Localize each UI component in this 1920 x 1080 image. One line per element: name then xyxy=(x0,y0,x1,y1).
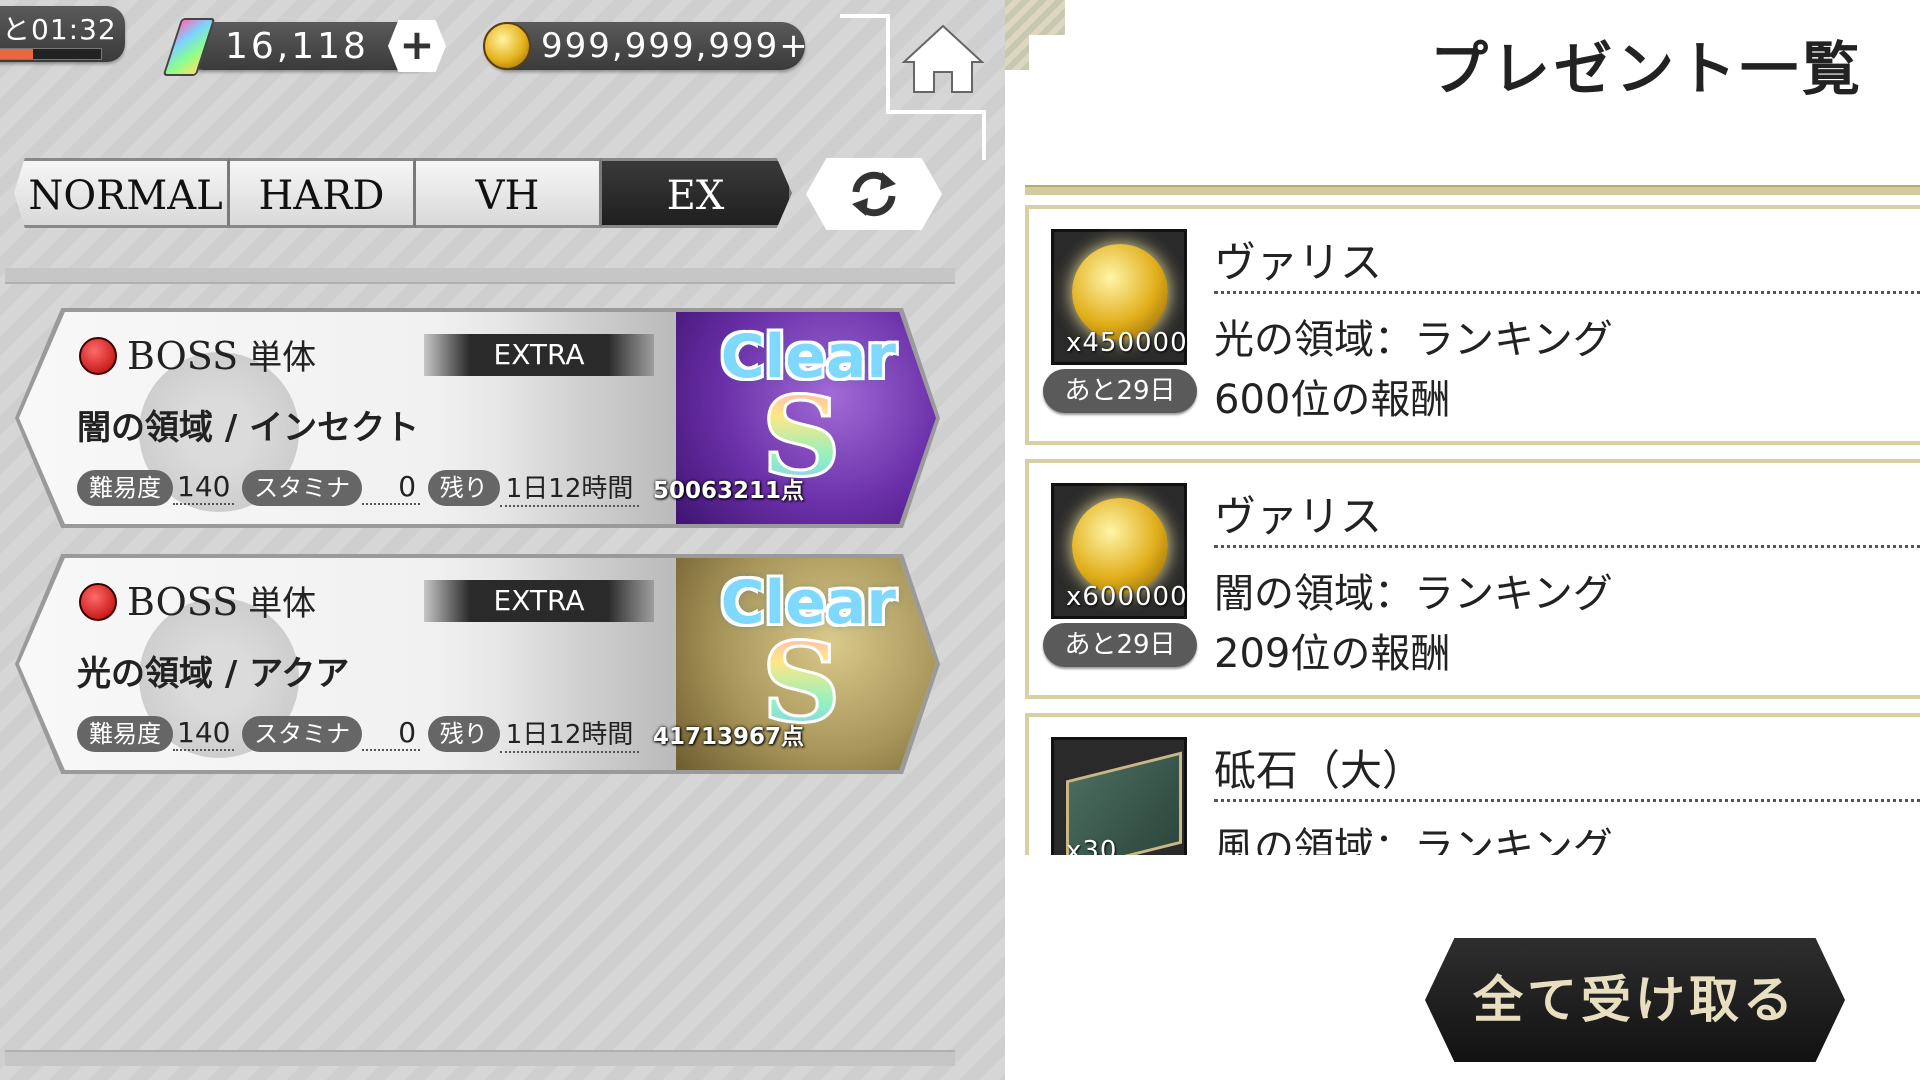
days-left-badge: あと29日 xyxy=(1043,369,1197,413)
stamina-value: 0 xyxy=(362,716,421,751)
gift-icon-box: x450000 xyxy=(1051,229,1187,365)
remaining-value: 1日12時間 xyxy=(499,714,640,753)
stamina-timer-text: と01:32 xyxy=(2,13,117,46)
corner-decoration xyxy=(1005,0,1065,70)
home-button[interactable] xyxy=(900,22,986,96)
list-item[interactable]: x30 砥石（大） 風の領域：ランキング xyxy=(1025,713,1920,855)
days-left-badge: あと29日 xyxy=(1043,623,1197,667)
gift-name: 砥石（大） xyxy=(1214,746,1425,795)
list-item[interactable]: x450000 あと29日 ヴァリス 光の領域：ランキング 600位の報酬 xyxy=(1025,205,1920,445)
home-icon xyxy=(901,24,985,93)
difficulty-tabs: NORMAL HARD VH EX xyxy=(14,158,792,228)
quest-card[interactable]: BOSS 単体 EXTRA 闇の領域 / インセクト 難易度 140 スタミナ 0 残… xyxy=(15,308,940,528)
boss-skull-icon xyxy=(79,583,117,621)
page-title: プレゼント一覧 xyxy=(1430,35,1865,103)
tab-normal[interactable]: NORMAL xyxy=(14,158,230,228)
list-item[interactable]: x600000 あと29日 ヴァリス 闇の領域：ランキング 209位の報酬 xyxy=(1025,459,1920,699)
gift-name: ヴァリス xyxy=(1214,238,1383,287)
boss-skull-icon xyxy=(79,337,117,375)
divider xyxy=(1025,185,1920,195)
quest-region: 光の領域 / アクア xyxy=(77,654,350,694)
refresh-icon xyxy=(852,171,896,217)
stamina-value: 0 xyxy=(362,470,421,505)
quest-panel: と01:32 16,118 + 999,999,999+ NORMAL HARD… xyxy=(0,0,1005,1080)
rank-label: S xyxy=(760,371,842,503)
gift-name: ヴァリス xyxy=(1214,492,1383,541)
gift-reward: 600位の報酬 xyxy=(1214,377,1451,423)
gift-icon-box: x30 xyxy=(1051,737,1187,855)
gold-coin-icon xyxy=(1072,498,1168,594)
boss-label: BOSS 単体 xyxy=(127,580,317,624)
gold-coin-icon xyxy=(1072,244,1168,340)
crystal-counter: 16,118 + xyxy=(162,18,446,76)
receive-all-button[interactable]: 全て受け取る xyxy=(1425,938,1845,1062)
crystal-count: 16,118 xyxy=(225,26,369,67)
rank-label: S xyxy=(760,617,842,749)
quest-stats: 難易度 140 スタミナ 0 残り 1日12時間 50063211点 xyxy=(77,468,804,508)
extra-badge: EXTRA xyxy=(424,580,654,622)
difficulty-value: 140 xyxy=(173,470,235,505)
tab-hard[interactable]: HARD xyxy=(230,158,416,228)
extra-badge: EXTRA xyxy=(424,334,654,376)
quest-region: 闇の領域 / インセクト xyxy=(77,408,420,448)
gift-source: 闇の領域：ランキング xyxy=(1214,571,1613,617)
crystal-icon xyxy=(162,18,216,76)
gift-quantity: x30 xyxy=(1066,836,1118,855)
difficulty-value: 140 xyxy=(173,716,235,751)
refresh-button[interactable] xyxy=(806,158,942,230)
quest-card[interactable]: BOSS 単体 EXTRA 光の領域 / アクア 難易度 140 スタミナ 0 残り 1… xyxy=(15,554,940,774)
gift-source: 光の領域：ランキング xyxy=(1214,317,1613,363)
gift-quantity: x450000 xyxy=(1066,328,1188,358)
tab-ex[interactable]: EX xyxy=(602,158,792,228)
divider xyxy=(5,268,955,284)
divider xyxy=(5,1050,955,1066)
gold-count: 999,999,999+ xyxy=(541,26,810,66)
quest-stats: 難易度 140 スタミナ 0 残り 1日12時間 41713967点 xyxy=(77,714,804,754)
gift-reward: 209位の報酬 xyxy=(1214,631,1451,677)
remaining-value: 1日12時間 xyxy=(499,468,640,507)
stamina-bar xyxy=(0,48,102,60)
tab-vh[interactable]: VH xyxy=(416,158,602,228)
gold-counter: 999,999,999+ xyxy=(483,22,808,70)
boss-label: BOSS 単体 xyxy=(127,334,317,378)
gift-source: 風の領域：ランキング xyxy=(1214,825,1613,855)
gift-panel: プレゼント一覧 x450000 あと29日 ヴァリス 光の領域：ランキング 60… xyxy=(1005,0,1920,1080)
stamina-timer: と01:32 xyxy=(0,6,125,62)
gift-icon-box: x600000 xyxy=(1051,483,1187,619)
gift-list[interactable]: x450000 あと29日 ヴァリス 光の領域：ランキング 600位の報酬 x6… xyxy=(1025,205,1920,855)
gold-coin-icon xyxy=(483,22,531,70)
buy-crystal-button[interactable]: + xyxy=(388,20,446,72)
gift-quantity: x600000 xyxy=(1066,582,1188,612)
